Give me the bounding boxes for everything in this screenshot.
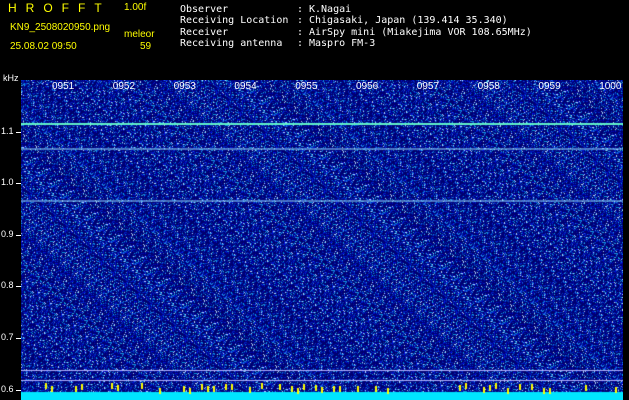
x-tick-label: 0958 (477, 81, 500, 92)
observer-colon: : (297, 4, 304, 15)
x-tick-label: 1000 (599, 81, 622, 92)
antenna-value: Maspro FM-3 (309, 38, 376, 49)
observer-value: K.Nagai (309, 4, 352, 15)
y-tick-label: 0.6 (1, 383, 14, 394)
x-tick-label: 0955 (295, 81, 318, 92)
y-tick-mark (16, 286, 21, 288)
waterfall-plot (21, 80, 623, 400)
waterfall-canvas (21, 80, 623, 400)
y-tick-mark (16, 183, 21, 185)
count-label: 59 (140, 41, 152, 52)
y-tick-mark (16, 234, 21, 236)
header-panel: HROFFT 1.00f KN9_2508020950.png meleor 2… (0, 0, 629, 80)
y-tick-label: 1.0 (1, 177, 14, 188)
y-axis-unit: kHz (3, 73, 19, 83)
antenna-colon: : (297, 38, 304, 49)
app-title: HROFFT (8, 1, 111, 15)
x-tick-label: 0956 (356, 81, 379, 92)
datetime-label: 25.08.02 09:50 (10, 41, 77, 52)
location-value: Chigasaki, Japan (139.414 35.340) (309, 15, 508, 26)
receiver-value: AirSpy mini (Miakejima VOR 108.65MHz) (309, 27, 532, 38)
antenna-label: Receiving antenna (180, 38, 283, 49)
x-tick-label: 0953 (173, 81, 196, 92)
receiver-label: Receiver (180, 27, 229, 38)
y-tick-label: 0.9 (1, 228, 14, 239)
location-label: Receiving Location (180, 15, 289, 26)
location-colon: : (297, 15, 304, 26)
y-tick-mark (16, 338, 21, 340)
x-tick-label: 0952 (112, 81, 136, 92)
x-tick-label: 0954 (234, 81, 257, 92)
y-tick-label: 1.1 (1, 125, 14, 136)
mode-label: meleor (124, 29, 155, 40)
version-label: 1.00f (124, 2, 147, 13)
observer-label: Observer (180, 4, 229, 15)
y-tick-label: 0.8 (1, 280, 14, 291)
x-tick-label: 0959 (538, 81, 561, 92)
x-tick-label: 0951 (52, 81, 75, 92)
receiver-colon: : (297, 27, 304, 38)
filename-label: KN9_2508020950.png (10, 22, 111, 33)
y-tick-mark (16, 389, 21, 391)
y-tick-mark (16, 131, 21, 133)
x-tick-label: 0957 (416, 81, 440, 92)
y-tick-label: 0.7 (1, 332, 14, 343)
